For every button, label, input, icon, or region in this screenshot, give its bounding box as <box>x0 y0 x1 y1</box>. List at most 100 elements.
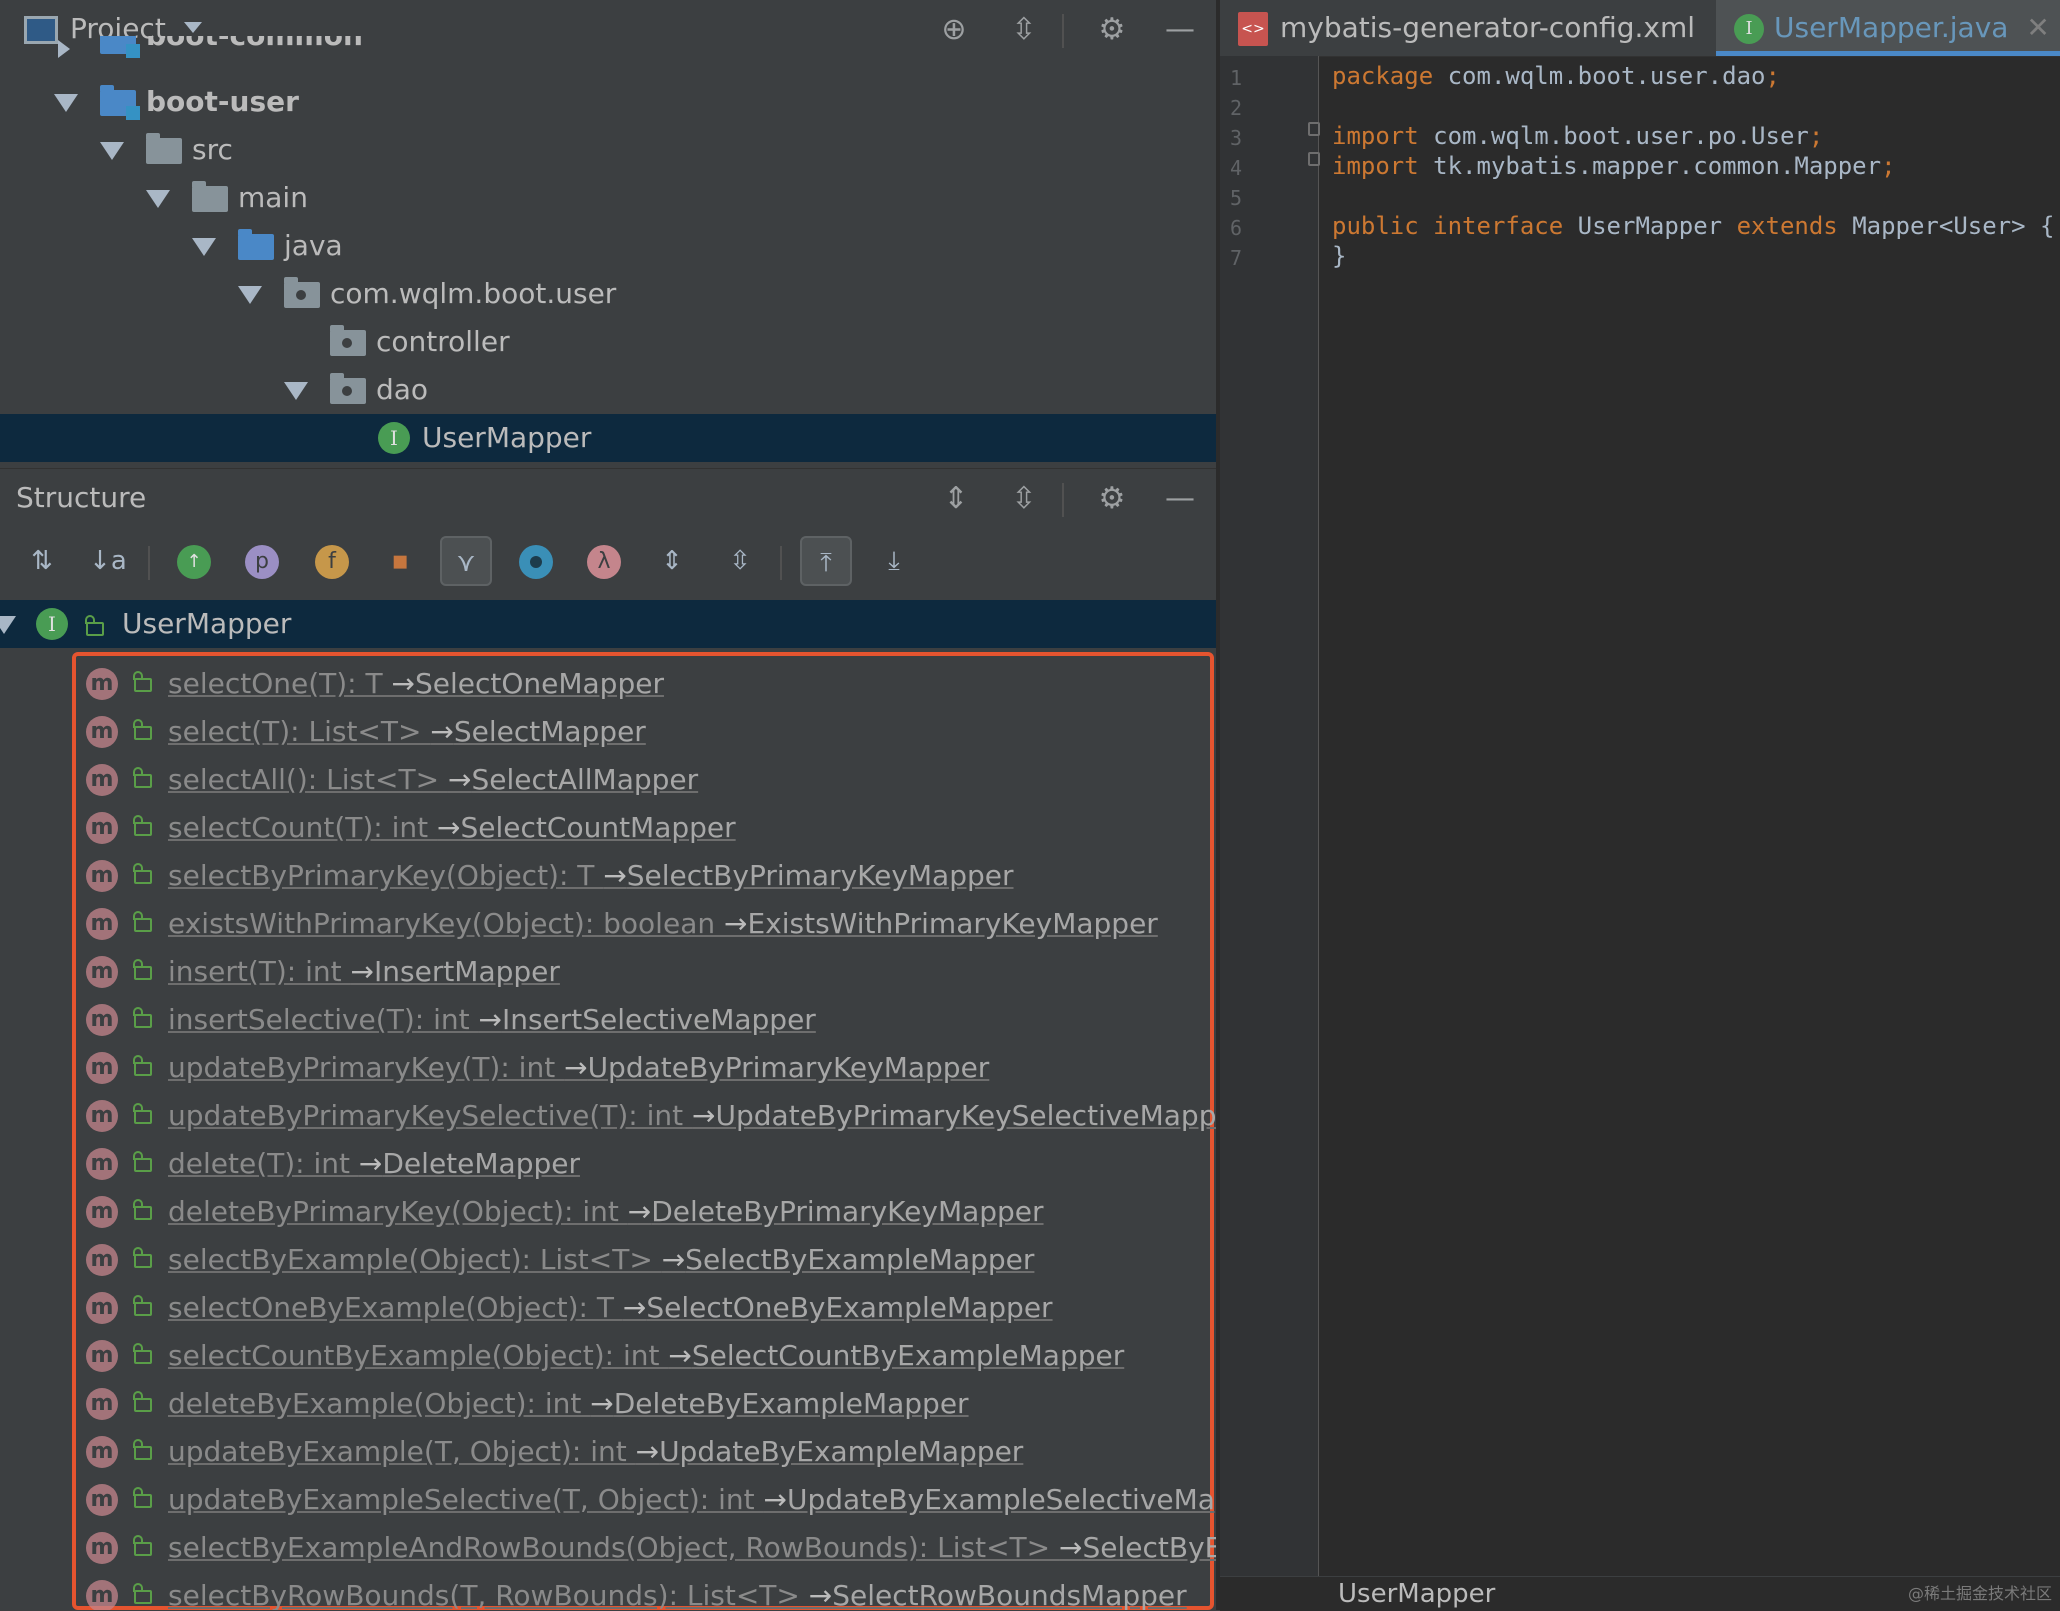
show-lambdas-icon[interactable] <box>510 536 562 586</box>
method-owner: UpdateByExampleMapper <box>659 1435 1023 1468</box>
minimize-icon[interactable]: — <box>1162 481 1198 517</box>
method-row[interactable]: mselectAll(): List<T> →SelectAllMapper <box>76 756 1216 804</box>
method-row[interactable]: mselectCountByExample(Object): int →Sele… <box>76 1332 1216 1380</box>
code-line[interactable]: } <box>1332 242 1346 272</box>
code-line[interactable]: import tk.mybatis.mapper.common.Mapper; <box>1332 152 1896 182</box>
tree-item-label: UserMapper <box>422 414 591 462</box>
autoscroll-to-source-icon[interactable]: ⤒ <box>800 536 852 586</box>
line-number: 5 <box>1230 186 1242 210</box>
method-icon: m <box>86 956 118 988</box>
public-lock-icon <box>86 622 104 636</box>
method-row[interactable]: mupdateByExample(T, Object): int →Update… <box>76 1428 1216 1476</box>
collapse-arrow-icon[interactable] <box>100 142 124 160</box>
sort-by-visibility-icon[interactable]: ⇅ <box>16 536 68 586</box>
public-lock-icon <box>134 1158 152 1172</box>
autoscroll-from-source-icon[interactable]: ⤓ <box>868 536 920 586</box>
collapse-all-icon[interactable]: ⇳ <box>1006 481 1042 517</box>
expand-all-icon[interactable]: ⇕ <box>938 481 974 517</box>
lock-icon[interactable]: ▪ <box>374 536 426 586</box>
method-row[interactable]: mselectByExampleAndRowBounds(Object, Row… <box>76 1524 1216 1572</box>
method-icon: m <box>86 812 118 844</box>
method-row[interactable]: minsertSelective(T): int →InsertSelectiv… <box>76 996 1216 1044</box>
tree-item-label: src <box>192 126 233 174</box>
tree-row[interactable]: dao <box>0 366 1216 414</box>
method-owner: SelectOneByExampleMapper <box>646 1291 1052 1324</box>
expand-arrow-icon[interactable] <box>58 40 70 58</box>
fold-marker-icon[interactable] <box>1308 152 1320 166</box>
method-row[interactable]: mupdateByExampleSelective(T, Object): in… <box>76 1476 1216 1524</box>
code-token: UserMapper <box>1578 212 1737 240</box>
collapse-arrow-icon[interactable] <box>192 238 216 256</box>
code-line[interactable]: package com.wqlm.boot.user.dao; <box>1332 62 1780 92</box>
code-keyword: import <box>1332 152 1433 180</box>
method-row[interactable]: mselectByExample(Object): List<T> →Selec… <box>76 1236 1216 1284</box>
tree-row[interactable]: main <box>0 174 1216 222</box>
method-label: updateByExample(T, Object): int →UpdateB… <box>168 1428 1023 1476</box>
method-row[interactable]: mdelete(T): int →DeleteMapper <box>76 1140 1216 1188</box>
tree-row[interactable]: controller <box>0 318 1216 366</box>
method-label: selectByExampleAndRowBounds(Object, RowB… <box>168 1524 1216 1572</box>
expand-all-icon[interactable]: ⇕ <box>646 536 698 586</box>
method-signature: updateByExampleSelective(T, Object): int <box>168 1483 764 1516</box>
sort-alphabetically-icon[interactable]: ↓a <box>82 536 134 586</box>
collapse-arrow-icon[interactable] <box>146 190 170 208</box>
show-anonymous-icon[interactable]: ⋎ <box>440 536 492 586</box>
method-row[interactable]: mselectOneByExample(Object): T →SelectOn… <box>76 1284 1216 1332</box>
gear-icon[interactable]: ⚙ <box>1094 481 1130 517</box>
method-row[interactable]: mselectCount(T): int →SelectCountMapper <box>76 804 1216 852</box>
collapse-arrow-icon[interactable] <box>54 94 78 112</box>
method-row[interactable]: mupdateByPrimaryKey(T): int →UpdateByPri… <box>76 1044 1216 1092</box>
method-label: selectAll(): List<T> →SelectAllMapper <box>168 756 698 804</box>
close-icon[interactable]: ✕ <box>2026 11 2049 44</box>
tab-label: UserMapper.java <box>1774 11 2008 44</box>
line-number: 3 <box>1230 126 1242 150</box>
tree-row[interactable]: boot-user <box>0 78 1216 126</box>
method-row[interactable]: mdeleteByExample(Object): int →DeleteByE… <box>76 1380 1216 1428</box>
method-row[interactable]: mselect(T): List<T> →SelectMapper <box>76 708 1216 756</box>
public-lock-icon <box>134 1398 152 1412</box>
method-signature: updateByPrimaryKeySelective(T): int <box>168 1099 692 1132</box>
line-number: 4 <box>1230 156 1242 180</box>
collapse-arrow-icon[interactable] <box>0 616 16 634</box>
tree-row[interactable]: boot-common <box>0 36 1216 66</box>
tree-item-label: java <box>284 222 343 270</box>
line-number: 2 <box>1230 96 1242 120</box>
lambda-icon[interactable]: λ <box>578 536 630 586</box>
method-label: selectByPrimaryKey(Object): T →SelectByP… <box>168 852 1014 900</box>
tree-row[interactable]: java <box>0 222 1216 270</box>
method-row[interactable]: minsert(T): int →InsertMapper <box>76 948 1216 996</box>
code-line[interactable]: import com.wqlm.boot.user.po.User; <box>1332 122 1823 152</box>
inherited-arrow-icon: → <box>668 1339 691 1372</box>
method-owner: SelectByExampleMapper <box>685 1243 1034 1276</box>
tree-item-label: com.wqlm.boot.user <box>330 270 616 318</box>
show-properties-icon[interactable]: p <box>236 536 288 586</box>
tree-row[interactable]: src <box>0 126 1216 174</box>
fold-marker-icon[interactable] <box>1308 122 1320 136</box>
tree-row[interactable]: com.wqlm.boot.user <box>0 270 1216 318</box>
tree-row-selected[interactable]: I UserMapper <box>0 414 1216 462</box>
method-row[interactable]: mdeleteByPrimaryKey(Object): int →Delete… <box>76 1188 1216 1236</box>
collapse-arrow-icon[interactable] <box>238 286 262 304</box>
chevron-down-icon[interactable] <box>184 22 202 33</box>
method-icon: m <box>86 860 118 892</box>
method-icon: m <box>86 1292 118 1324</box>
method-row[interactable]: mexistsWithPrimaryKey(Object): boolean →… <box>76 900 1216 948</box>
code-line[interactable]: public interface UserMapper extends Mapp… <box>1332 212 2054 242</box>
method-signature: select(T): List<T> <box>168 715 430 748</box>
method-row[interactable]: mupdateByPrimaryKeySelective(T): int →Up… <box>76 1092 1216 1140</box>
method-row[interactable]: mselectOne(T): T →SelectOneMapper <box>76 660 1216 708</box>
method-label: selectOne(T): T →SelectOneMapper <box>168 660 664 708</box>
tab-usermapper-java[interactable]: IUserMapper.java✕ <box>1716 0 2060 56</box>
collapse-all-icon[interactable]: ⇳ <box>714 536 766 586</box>
divider <box>148 546 150 580</box>
method-row[interactable]: mselectByRowBounds(T, RowBounds): List<T… <box>76 1572 1216 1610</box>
tab-mybatis-generator-config[interactable]: <>mybatis-generator-config.xml✕ <box>1238 0 1736 56</box>
show-inherited-icon[interactable]: ↑ <box>168 536 220 586</box>
inherited-arrow-icon: → <box>724 907 747 940</box>
method-row[interactable]: m selectByPrimaryKey(Object): T →SelectBy… <box>76 852 1216 900</box>
collapse-arrow-icon[interactable] <box>284 382 308 400</box>
method-owner: SelectCountMapper <box>461 811 736 844</box>
show-fields-icon[interactable]: f <box>306 536 358 586</box>
structure-root-row[interactable]: I UserMapper <box>0 600 1216 648</box>
code-token: com.wqlm.boot.user.po.User <box>1433 122 1809 150</box>
